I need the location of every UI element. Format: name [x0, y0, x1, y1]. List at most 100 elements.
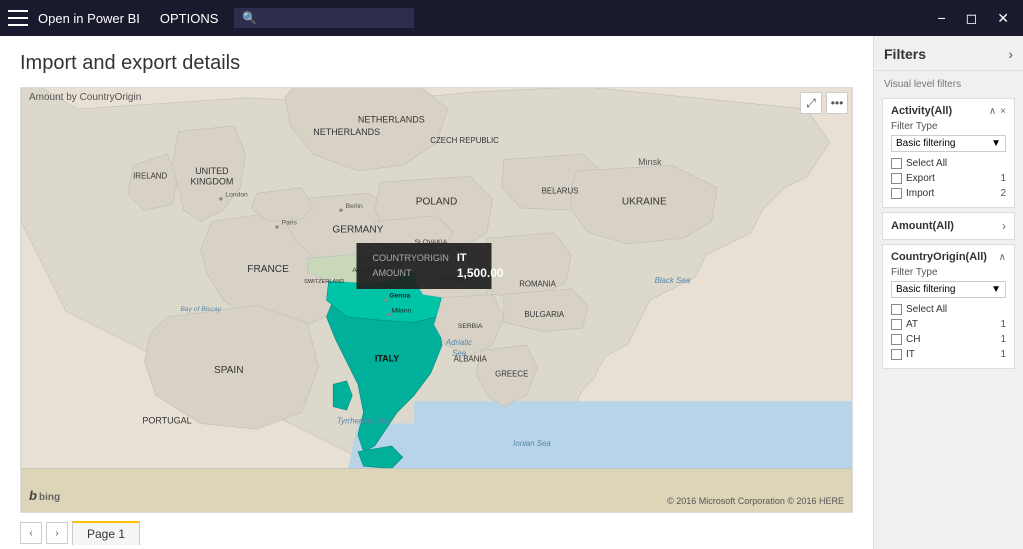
- filter-countryorigin-check-2[interactable]: [891, 334, 902, 345]
- filter-card-activity-header: Activity(All) ∧ ×: [891, 105, 1006, 117]
- svg-text:b: b: [29, 488, 37, 503]
- svg-text:CZECH REPUBLIC: CZECH REPUBLIC: [430, 136, 499, 145]
- svg-text:GREECE: GREECE: [495, 369, 528, 378]
- filter-activity-count-1: 1: [1000, 173, 1006, 184]
- next-page-button[interactable]: ›: [46, 522, 68, 544]
- hamburger-menu[interactable]: [8, 10, 28, 26]
- content-area: Import and export details Amount by Coun…: [0, 36, 873, 549]
- svg-text:ROMANIA: ROMANIA: [519, 280, 556, 289]
- filter-countryorigin-type-value: Basic filtering: [896, 284, 955, 295]
- filter-countryorigin-label-0: Select All: [906, 304, 1006, 315]
- svg-text:NETHERLANDS: NETHERLANDS: [358, 115, 425, 125]
- filter-activity-label-1: Export: [906, 173, 996, 184]
- filter-activity-check-2[interactable]: [891, 188, 902, 199]
- filter-activity-type-select[interactable]: Basic filtering ▼: [891, 135, 1006, 152]
- svg-text:Adriatic: Adriatic: [445, 338, 472, 347]
- map-svg: IRELAND UNITED KINGDOM FRANCE SPAIN PORT…: [21, 88, 852, 512]
- svg-text:BELARUS: BELARUS: [542, 186, 579, 195]
- visual-level-label: Visual level filters: [874, 71, 1023, 94]
- filter-amount-expand[interactable]: ›: [1002, 219, 1006, 233]
- filter-card-countryorigin-header: CountryOrigin(All) ∧: [891, 251, 1006, 263]
- svg-text:bing: bing: [39, 492, 60, 503]
- svg-text:Minsk: Minsk: [638, 157, 662, 167]
- filter-countryorigin-check-3[interactable]: [891, 349, 902, 360]
- search-box[interactable]: [234, 8, 414, 28]
- filter-activity-title: Activity(All): [891, 105, 952, 117]
- filter-activity-check-0[interactable]: [891, 158, 902, 169]
- svg-text:London: London: [225, 192, 248, 199]
- filter-countryorigin-item-3[interactable]: IT 1: [891, 347, 1006, 362]
- filter-countryorigin-collapse[interactable]: ∧: [999, 252, 1006, 263]
- filter-activity-label-0: Select All: [906, 158, 1006, 169]
- filter-activity-item-1[interactable]: Export 1: [891, 171, 1006, 186]
- filter-activity-type-value: Basic filtering: [896, 138, 955, 149]
- prev-page-button[interactable]: ‹: [20, 522, 42, 544]
- page-tab[interactable]: Page 1: [72, 521, 140, 545]
- filter-countryorigin-title: CountryOrigin(All): [891, 251, 987, 263]
- page-title: Import and export details: [20, 52, 853, 75]
- svg-text:UKRAINE: UKRAINE: [622, 197, 667, 208]
- svg-text:Bay of Biscay: Bay of Biscay: [180, 306, 221, 313]
- filters-header: Filters ›: [874, 36, 1023, 71]
- filter-activity-type-label: Filter Type: [891, 121, 1006, 132]
- filter-activity-controls: ∧ ×: [989, 106, 1006, 117]
- filters-expand-button[interactable]: ›: [1008, 46, 1013, 62]
- filter-countryorigin-count-3: 1: [1000, 349, 1006, 360]
- svg-text:SPAIN: SPAIN: [214, 365, 244, 376]
- svg-text:Genoa: Genoa: [389, 293, 410, 300]
- filter-amount-title: Amount(All): [891, 220, 954, 232]
- filter-countryorigin-check-1[interactable]: [891, 319, 902, 330]
- svg-text:Ionian Sea: Ionian Sea: [513, 439, 551, 448]
- filter-countryorigin-label-2: CH: [906, 334, 996, 345]
- filter-card-amount: Amount(All) ›: [882, 212, 1015, 240]
- map-more-button[interactable]: •••: [826, 92, 848, 114]
- filter-countryorigin-item-2[interactable]: CH 1: [891, 332, 1006, 347]
- filter-activity-items: Select All Export 1 Import 2: [891, 156, 1006, 201]
- svg-text:Tyrrhenian Sea: Tyrrhenian Sea: [337, 417, 391, 426]
- filter-countryorigin-type-select[interactable]: Basic filtering ▼: [891, 281, 1006, 298]
- filter-card-countryorigin: CountryOrigin(All) ∧ Filter Type Basic f…: [882, 244, 1015, 369]
- filter-countryorigin-label-3: IT: [906, 349, 996, 360]
- svg-text:IRELAND: IRELAND: [133, 172, 167, 181]
- titlebar: Open in Power BI OPTIONS − ◻ ✕: [0, 0, 1023, 36]
- filter-countryorigin-count-2: 1: [1000, 334, 1006, 345]
- map-expand-button[interactable]: ⤢: [800, 92, 822, 114]
- search-input[interactable]: [234, 8, 414, 28]
- filters-scroll: Visual level filters Activity(All) ∧ × F…: [874, 71, 1023, 549]
- filter-countryorigin-controls: ∧: [999, 252, 1006, 263]
- filter-countryorigin-type-label: Filter Type: [891, 267, 1006, 278]
- filter-activity-item-2[interactable]: Import 2: [891, 186, 1006, 201]
- page-nav: ‹ › Page 1: [20, 517, 853, 549]
- filter-activity-collapse[interactable]: ∧: [989, 106, 996, 117]
- filters-title: Filters: [884, 46, 926, 62]
- svg-text:FRANCE: FRANCE: [247, 264, 289, 275]
- minimize-button[interactable]: −: [931, 8, 951, 29]
- restore-button[interactable]: ◻: [960, 8, 984, 29]
- filter-activity-close[interactable]: ×: [1000, 106, 1006, 117]
- svg-text:SWITZERLAND: SWITZERLAND: [304, 279, 344, 285]
- svg-text:ALBANIA: ALBANIA: [454, 355, 488, 364]
- filter-activity-item-0[interactable]: Select All: [891, 156, 1006, 171]
- map-label: Amount by CountryOrigin: [29, 92, 141, 103]
- svg-text:POLAND: POLAND: [416, 197, 458, 208]
- app-title: Open in Power BI: [38, 11, 140, 26]
- filter-activity-check-1[interactable]: [891, 173, 902, 184]
- filter-countryorigin-item-0[interactable]: Select All: [891, 302, 1006, 317]
- filter-countryorigin-items: Select All AT 1 CH 1 IT: [891, 302, 1006, 362]
- map-container[interactable]: Amount by CountryOrigin ⤢ •••: [20, 87, 853, 513]
- filter-countryorigin-item-1[interactable]: AT 1: [891, 317, 1006, 332]
- map-tooltip: COUNTRYORIGIN IT AMOUNT 1,500.00: [357, 243, 492, 289]
- map-controls: ⤢ •••: [800, 92, 848, 114]
- filter-activity-dropdown-icon: ▼: [991, 138, 1001, 149]
- filter-countryorigin-count-1: 1: [1000, 319, 1006, 330]
- options-menu[interactable]: OPTIONS: [160, 11, 219, 26]
- filter-card-activity: Activity(All) ∧ × Filter Type Basic filt…: [882, 98, 1015, 208]
- svg-text:NETHERLANDS: NETHERLANDS: [313, 127, 380, 137]
- filter-activity-label-2: Import: [906, 188, 996, 199]
- filter-countryorigin-check-0[interactable]: [891, 304, 902, 315]
- filter-countryorigin-label-1: AT: [906, 319, 996, 330]
- svg-text:Berlin: Berlin: [346, 203, 363, 210]
- svg-text:UNITED: UNITED: [195, 166, 229, 176]
- svg-text:Milano: Milano: [392, 307, 412, 314]
- close-button[interactable]: ✕: [991, 8, 1015, 29]
